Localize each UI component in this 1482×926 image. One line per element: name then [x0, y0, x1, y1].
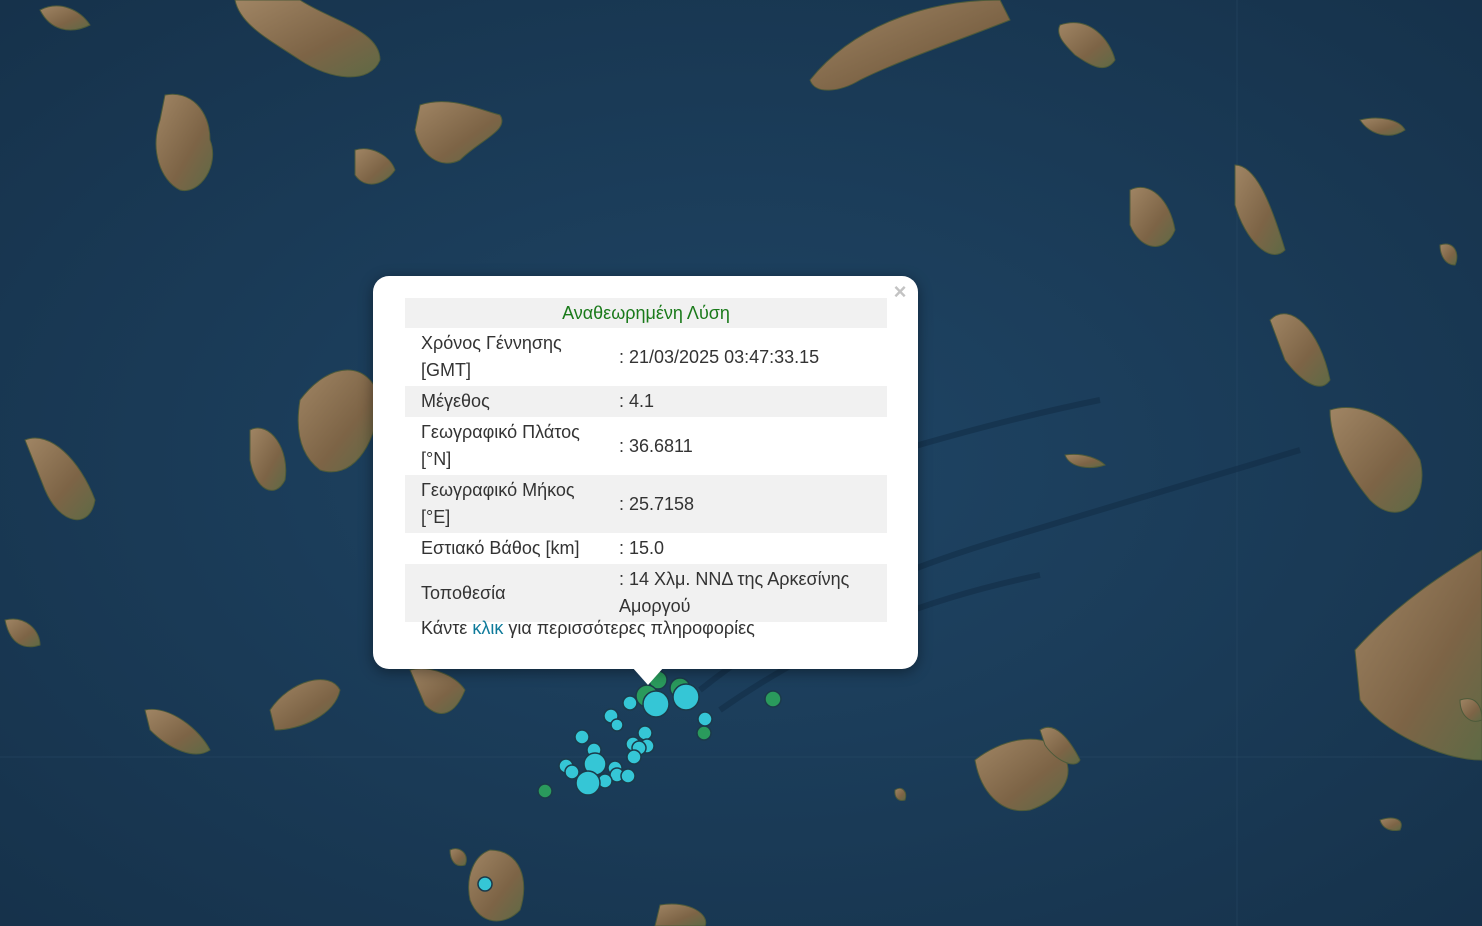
marker	[642, 690, 670, 718]
longitude-value: : 25.7158	[604, 475, 887, 533]
marker	[696, 725, 712, 741]
marker	[575, 770, 601, 796]
marker	[537, 783, 553, 799]
popup-tip	[632, 667, 664, 685]
depth-value: : 15.0	[619, 538, 665, 558]
longitude-label: Γεωγραφικό Μήκος [°E]	[405, 475, 604, 533]
marker	[620, 768, 636, 784]
origin-time-label: Χρόνος Γέννησης [GMT]	[421, 333, 562, 380]
marker	[626, 749, 642, 765]
more-info-text: Κάντε κλικ για περισσότερες πληροφορίες	[421, 618, 755, 639]
magnitude-value: : 4.1	[604, 386, 887, 417]
marker	[574, 729, 590, 745]
marker	[672, 683, 700, 711]
marker	[477, 876, 493, 892]
location-value: : 14 Χλμ. ΝΝΔ της Αρκεσίνης Αμοργού	[604, 564, 887, 622]
marker	[622, 695, 638, 711]
marker	[637, 725, 653, 741]
origin-time-value: : 21/03/2025 03:47:33.15	[619, 346, 820, 367]
info-table: Αναθεωρημένη Λύση Χρόνος Γέννησης [GMT] …	[405, 298, 887, 622]
latitude-label: Γεωγραφικό Πλάτος [°N]	[421, 422, 580, 469]
more-info-link[interactable]: κλικ	[472, 618, 503, 638]
latitude-value: : 36.6811	[619, 435, 693, 456]
close-icon[interactable]: ×	[890, 281, 910, 303]
magnitude-label: Μέγεθος	[405, 386, 604, 417]
popup-title: Αναθεωρημένη Λύση	[405, 298, 887, 328]
marker	[697, 711, 713, 727]
location-label: Τοποθεσία	[405, 564, 604, 622]
marker	[610, 718, 624, 732]
earthquake-popup: × Αναθεωρημένη Λύση Χρόνος Γέννησης [GMT…	[373, 276, 918, 669]
marker	[764, 690, 782, 708]
depth-label: Εστιακό Βάθος [km]	[421, 538, 580, 558]
more-info-suffix: για περισσότερες πληροφορίες	[508, 618, 755, 638]
more-info-prefix: Κάντε	[421, 618, 468, 638]
